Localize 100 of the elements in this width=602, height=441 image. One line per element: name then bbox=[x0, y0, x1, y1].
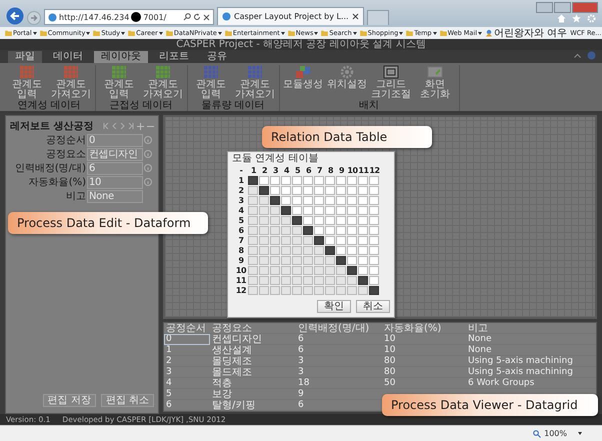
matrix-cell[interactable] bbox=[325, 196, 335, 205]
matrix-cell[interactable] bbox=[281, 286, 291, 295]
matrix-cell[interactable] bbox=[292, 216, 302, 225]
matrix-cell[interactable] bbox=[248, 246, 258, 255]
matrix-cell[interactable] bbox=[292, 246, 302, 255]
caret-icon[interactable] bbox=[121, 32, 126, 34]
ribbon-tab[interactable]: 공유 bbox=[200, 51, 234, 63]
ribbon-tab[interactable]: 리포트 bbox=[152, 51, 196, 63]
matrix-cell[interactable] bbox=[358, 276, 368, 285]
matrix-cell[interactable] bbox=[314, 256, 324, 265]
dialog-button[interactable]: 확인 bbox=[317, 300, 351, 313]
matrix-cell[interactable] bbox=[270, 186, 280, 195]
matrix-cell[interactable] bbox=[358, 236, 368, 245]
matrix-cell[interactable] bbox=[314, 286, 324, 295]
close-button[interactable] bbox=[572, 2, 598, 13]
ribbon-button[interactable]: 관계도 가져오기 bbox=[50, 65, 92, 100]
matrix-cell[interactable] bbox=[369, 206, 379, 215]
ribbon-button[interactable]: 관계도 가져오기 bbox=[142, 65, 184, 100]
matrix-cell[interactable] bbox=[347, 186, 357, 195]
zoom-icon[interactable] bbox=[533, 430, 542, 438]
matrix-cell[interactable] bbox=[259, 196, 269, 205]
matrix-cell[interactable] bbox=[303, 266, 313, 275]
caret-icon[interactable] bbox=[158, 32, 163, 34]
matrix-cell[interactable] bbox=[347, 286, 357, 295]
caret-icon[interactable] bbox=[86, 32, 90, 34]
matrix-cell[interactable] bbox=[281, 226, 291, 235]
matrix-cell[interactable] bbox=[259, 256, 269, 265]
matrix-cell[interactable] bbox=[347, 226, 357, 235]
matrix-cell[interactable] bbox=[336, 206, 346, 215]
info-icon[interactable] bbox=[144, 136, 152, 144]
matrix-cell[interactable] bbox=[369, 276, 379, 285]
matrix-cell[interactable] bbox=[270, 236, 280, 245]
matrix-cell[interactable] bbox=[325, 286, 335, 295]
close-icon[interactable] bbox=[203, 14, 210, 20]
matrix-cell[interactable] bbox=[303, 256, 313, 265]
matrix-cell[interactable] bbox=[248, 196, 258, 205]
matrix-cell[interactable] bbox=[248, 186, 258, 195]
home-icon[interactable] bbox=[557, 14, 566, 23]
matrix-cell[interactable] bbox=[270, 196, 280, 205]
ribbon-tab[interactable]: 레이아웃 bbox=[94, 51, 148, 63]
matrix-cell[interactable] bbox=[303, 226, 313, 235]
matrix-cell[interactable] bbox=[292, 176, 302, 185]
matrix-cell[interactable] bbox=[259, 276, 269, 285]
matrix-cell[interactable] bbox=[336, 246, 346, 255]
matrix-cell[interactable] bbox=[347, 256, 357, 265]
matrix-cell[interactable] bbox=[369, 216, 379, 225]
zoom-level[interactable]: 100% bbox=[544, 429, 567, 438]
matrix-cell[interactable] bbox=[248, 216, 258, 225]
matrix-cell[interactable] bbox=[347, 276, 357, 285]
matrix-cell[interactable] bbox=[248, 236, 258, 245]
matrix-cell[interactable] bbox=[303, 196, 313, 205]
matrix-cell[interactable] bbox=[358, 266, 368, 275]
matrix-cell[interactable] bbox=[325, 236, 335, 245]
matrix-cell[interactable] bbox=[347, 236, 357, 245]
matrix-cell[interactable] bbox=[347, 206, 357, 215]
matrix-cell[interactable] bbox=[292, 266, 302, 275]
info-icon[interactable] bbox=[144, 164, 152, 172]
previous-icon[interactable] bbox=[112, 122, 117, 128]
matrix-cell[interactable] bbox=[270, 226, 280, 235]
caret-icon[interactable] bbox=[280, 32, 285, 34]
matrix-cell[interactable] bbox=[347, 216, 357, 225]
matrix-cell[interactable] bbox=[314, 196, 324, 205]
matrix-cell[interactable] bbox=[369, 186, 379, 195]
matrix-cell[interactable] bbox=[281, 176, 291, 185]
matrix-cell[interactable] bbox=[358, 246, 368, 255]
matrix-cell[interactable] bbox=[314, 276, 324, 285]
matrix-cell[interactable] bbox=[248, 286, 258, 295]
matrix-cell[interactable] bbox=[369, 196, 379, 205]
matrix-cell[interactable] bbox=[270, 286, 280, 295]
matrix-cell[interactable] bbox=[358, 186, 368, 195]
matrix-cell[interactable] bbox=[248, 276, 258, 285]
matrix-cell[interactable] bbox=[347, 266, 357, 275]
matrix-cell[interactable] bbox=[303, 216, 313, 225]
matrix-cell[interactable] bbox=[259, 226, 269, 235]
matrix-cell[interactable] bbox=[358, 226, 368, 235]
matrix-cell[interactable] bbox=[336, 286, 346, 295]
next-icon[interactable] bbox=[120, 122, 125, 128]
matrix-cell[interactable] bbox=[314, 176, 324, 185]
matrix-cell[interactable] bbox=[303, 276, 313, 285]
matrix-cell[interactable] bbox=[248, 256, 258, 265]
maximize-button[interactable] bbox=[554, 2, 571, 13]
matrix-cell[interactable] bbox=[369, 246, 379, 255]
matrix-cell[interactable] bbox=[369, 176, 379, 185]
matrix-cell[interactable] bbox=[314, 226, 324, 235]
ribbon-button[interactable]: 화면 초기화 bbox=[414, 65, 456, 100]
ribbon-button[interactable]: 관계도 입력 bbox=[98, 65, 140, 100]
ribbon-tab[interactable]: 데이터 bbox=[46, 51, 90, 63]
caret-icon[interactable] bbox=[314, 32, 318, 34]
matrix-cell[interactable] bbox=[292, 206, 302, 215]
new-tab-button[interactable] bbox=[366, 10, 389, 25]
matrix-cell[interactable] bbox=[325, 186, 335, 195]
matrix-cell[interactable] bbox=[281, 206, 291, 215]
caret-icon[interactable] bbox=[218, 32, 222, 34]
matrix-cell[interactable] bbox=[259, 186, 269, 195]
matrix-cell[interactable] bbox=[336, 196, 346, 205]
ribbon-button[interactable]: 관계도 가져오기 bbox=[234, 65, 276, 100]
matrix-cell[interactable] bbox=[347, 246, 357, 255]
matrix-cell[interactable] bbox=[292, 286, 302, 295]
matrix-cell[interactable] bbox=[303, 206, 313, 215]
dialog-button[interactable]: 취소 bbox=[356, 300, 390, 313]
